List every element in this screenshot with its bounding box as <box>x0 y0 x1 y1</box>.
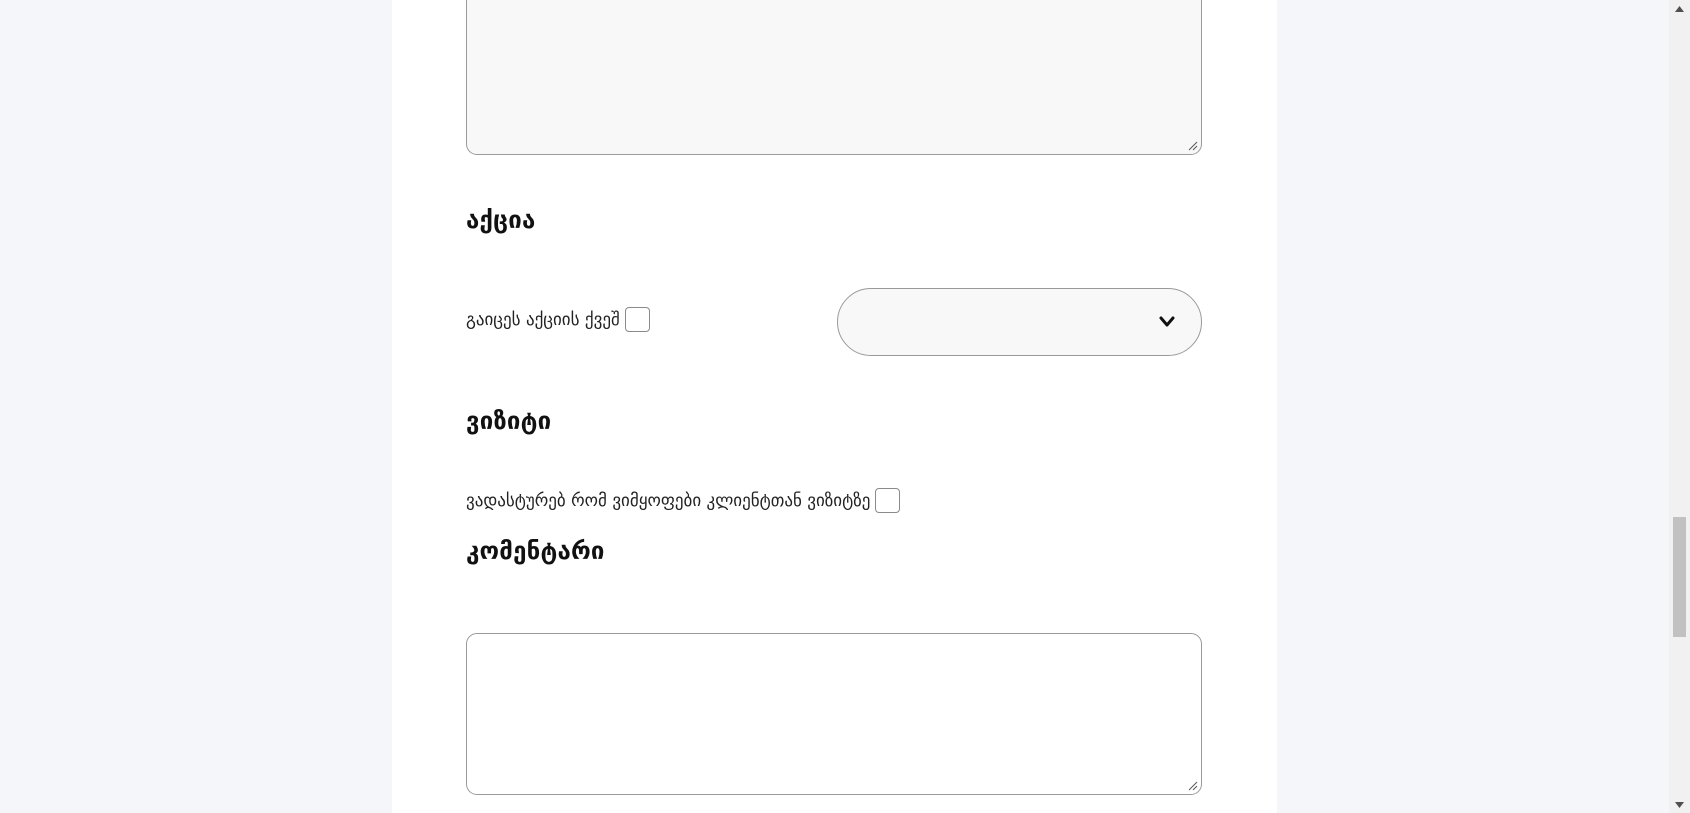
triangle-down-icon <box>1675 801 1684 808</box>
triangle-up-icon <box>1675 5 1684 12</box>
comment-section-title: კომენტარი <box>466 537 605 565</box>
scroll-down-button[interactable] <box>1669 796 1690 813</box>
chevron-down-icon <box>1159 316 1175 327</box>
promo-section-title: აქცია <box>466 206 536 234</box>
promo-checkbox-row: გაიცეს აქციის ქვეშ <box>466 307 650 332</box>
scroll-up-button[interactable] <box>1669 0 1690 17</box>
form-card: აქცია გაიცეს აქციის ქვეშ ვიზიტი ვადასტურ… <box>392 0 1277 813</box>
visit-section-title: ვიზიტი <box>466 407 552 435</box>
promo-select[interactable] <box>837 288 1202 356</box>
visit-checkbox[interactable] <box>875 488 901 513</box>
resize-grip-icon[interactable] <box>1188 141 1198 151</box>
previous-textarea[interactable] <box>466 0 1202 155</box>
promo-checkbox[interactable] <box>624 307 650 332</box>
comment-textarea[interactable] <box>466 633 1202 795</box>
viewport: აქცია გაიცეს აქციის ქვეშ ვიზიტი ვადასტურ… <box>0 0 1690 813</box>
vertical-scrollbar[interactable] <box>1669 0 1690 813</box>
visit-checkbox-label: ვადასტურებ რომ ვიმყოფები კლიენტთან ვიზიტ… <box>466 490 871 511</box>
promo-checkbox-label: გაიცეს აქციის ქვეშ <box>466 309 620 330</box>
visit-checkbox-row: ვადასტურებ რომ ვიმყოფები კლიენტთან ვიზიტ… <box>466 488 901 513</box>
resize-grip-icon[interactable] <box>1188 781 1198 791</box>
scroll-thumb[interactable] <box>1673 517 1686 637</box>
